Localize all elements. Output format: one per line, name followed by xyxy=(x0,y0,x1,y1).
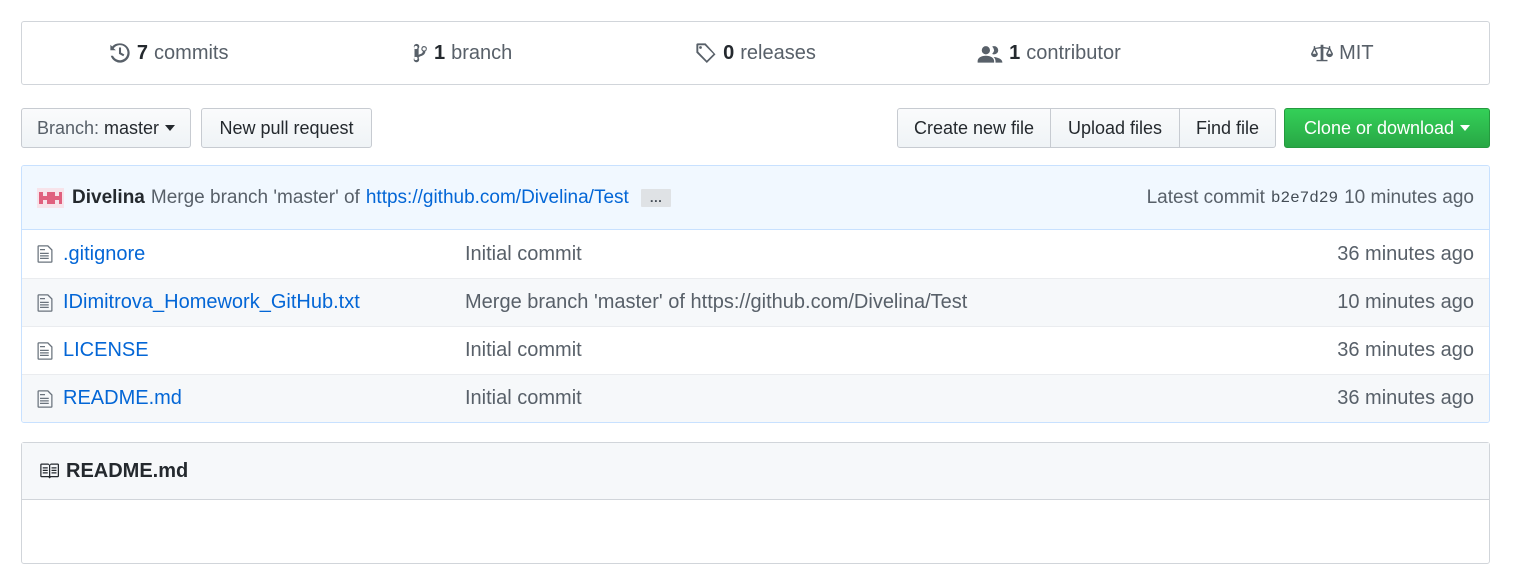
file-icon xyxy=(37,244,55,264)
readme-header: README.md xyxy=(22,443,1489,500)
license-link[interactable]: MIT xyxy=(1196,42,1489,65)
file-name-link[interactable]: README.md xyxy=(63,387,465,410)
caret-down-icon xyxy=(1460,125,1471,131)
history-icon xyxy=(110,43,130,63)
file-age: 10 minutes ago xyxy=(1337,291,1474,313)
commit-expand-button[interactable]: … xyxy=(640,188,671,207)
latest-commit-info: Latest commit b2e7d29 10 minutes ago xyxy=(1147,187,1474,209)
branch-prefix: Branch: xyxy=(36,117,100,138)
identicon-icon xyxy=(37,187,64,208)
commit-sha-link[interactable]: b2e7d29 xyxy=(1271,189,1338,207)
find-file-button[interactable]: Find file xyxy=(1180,108,1276,148)
file-age: 36 minutes ago xyxy=(1337,339,1474,361)
releases-count: 0 xyxy=(723,41,735,64)
file-row: README.md Initial commit 36 minutes ago xyxy=(22,374,1489,422)
file-row: IDimitrova_Homework_GitHub.txt Merge bra… xyxy=(22,278,1489,326)
commit-age: 10 minutes ago xyxy=(1344,186,1474,208)
commit-message[interactable]: Merge branch 'master' of xyxy=(151,187,360,209)
law-icon xyxy=(1311,44,1334,62)
branch-name: master xyxy=(104,117,160,138)
contributors-count-link[interactable]: 1 contributor xyxy=(902,42,1195,65)
readme-title: README.md xyxy=(66,459,189,482)
commit-author-link[interactable]: Divelina xyxy=(72,187,145,209)
releases-count-link[interactable]: 0 releases xyxy=(609,42,902,65)
file-table: Divelina Merge branch 'master' of https:… xyxy=(21,165,1490,423)
branches-label: branch xyxy=(451,41,513,64)
contributors-label: contributor xyxy=(1026,41,1121,64)
clone-label: Clone or download xyxy=(1303,117,1455,138)
file-row: LICENSE Initial commit 36 minutes ago xyxy=(22,326,1489,374)
file-name-link[interactable]: IDimitrova_Homework_GitHub.txt xyxy=(63,291,465,314)
contributors-count: 1 xyxy=(1009,41,1021,64)
avatar[interactable] xyxy=(37,187,64,209)
file-row: .gitignore Initial commit 36 minutes ago xyxy=(22,230,1489,278)
commits-label: commits xyxy=(154,41,229,64)
commits-count-link[interactable]: 7 commits xyxy=(22,42,315,65)
people-icon xyxy=(977,46,1003,63)
book-icon xyxy=(40,463,59,479)
new-pull-request-button[interactable]: New pull request xyxy=(201,108,372,148)
caret-down-icon xyxy=(165,125,176,131)
file-name-link[interactable]: LICENSE xyxy=(63,339,465,362)
file-commit-message[interactable]: Initial commit xyxy=(465,243,1337,266)
readme-panel: README.md xyxy=(21,442,1490,564)
license-label: MIT xyxy=(1339,41,1374,64)
file-commit-message[interactable]: Initial commit xyxy=(465,339,1337,362)
repo-summary-bar: 7 commits 1 branch 0 releases 1 contribu… xyxy=(21,21,1490,85)
file-icon xyxy=(37,389,55,409)
file-icon xyxy=(37,293,55,313)
file-name-link[interactable]: .gitignore xyxy=(63,243,465,266)
latest-commit-label: Latest commit xyxy=(1146,186,1265,208)
upload-files-button[interactable]: Upload files xyxy=(1051,108,1180,148)
create-new-file-button[interactable]: Create new file xyxy=(897,108,1051,148)
file-icon xyxy=(37,341,55,361)
commits-count: 7 xyxy=(136,41,149,64)
latest-commit-bar: Divelina Merge branch 'master' of https:… xyxy=(22,166,1489,230)
file-actions-group: Create new file Upload files Find file xyxy=(897,108,1276,148)
releases-label: releases xyxy=(740,41,816,64)
file-age: 36 minutes ago xyxy=(1337,387,1474,409)
branch-select-button[interactable]: Branch: master xyxy=(21,108,191,148)
file-list: .gitignore Initial commit 36 minutes ago… xyxy=(22,230,1489,422)
file-commit-message[interactable]: Merge branch 'master' of https://github.… xyxy=(465,291,1337,314)
branches-count-link[interactable]: 1 branch xyxy=(315,42,608,65)
commit-message-link[interactable]: https://github.com/Divelina/Test xyxy=(366,187,629,209)
file-age: 36 minutes ago xyxy=(1337,242,1474,265)
file-commit-message[interactable]: Initial commit xyxy=(465,387,1337,410)
branch-icon xyxy=(413,43,427,63)
tag-icon xyxy=(696,43,716,64)
branches-count: 1 xyxy=(433,41,446,64)
clone-or-download-button[interactable]: Clone or download xyxy=(1284,108,1490,148)
